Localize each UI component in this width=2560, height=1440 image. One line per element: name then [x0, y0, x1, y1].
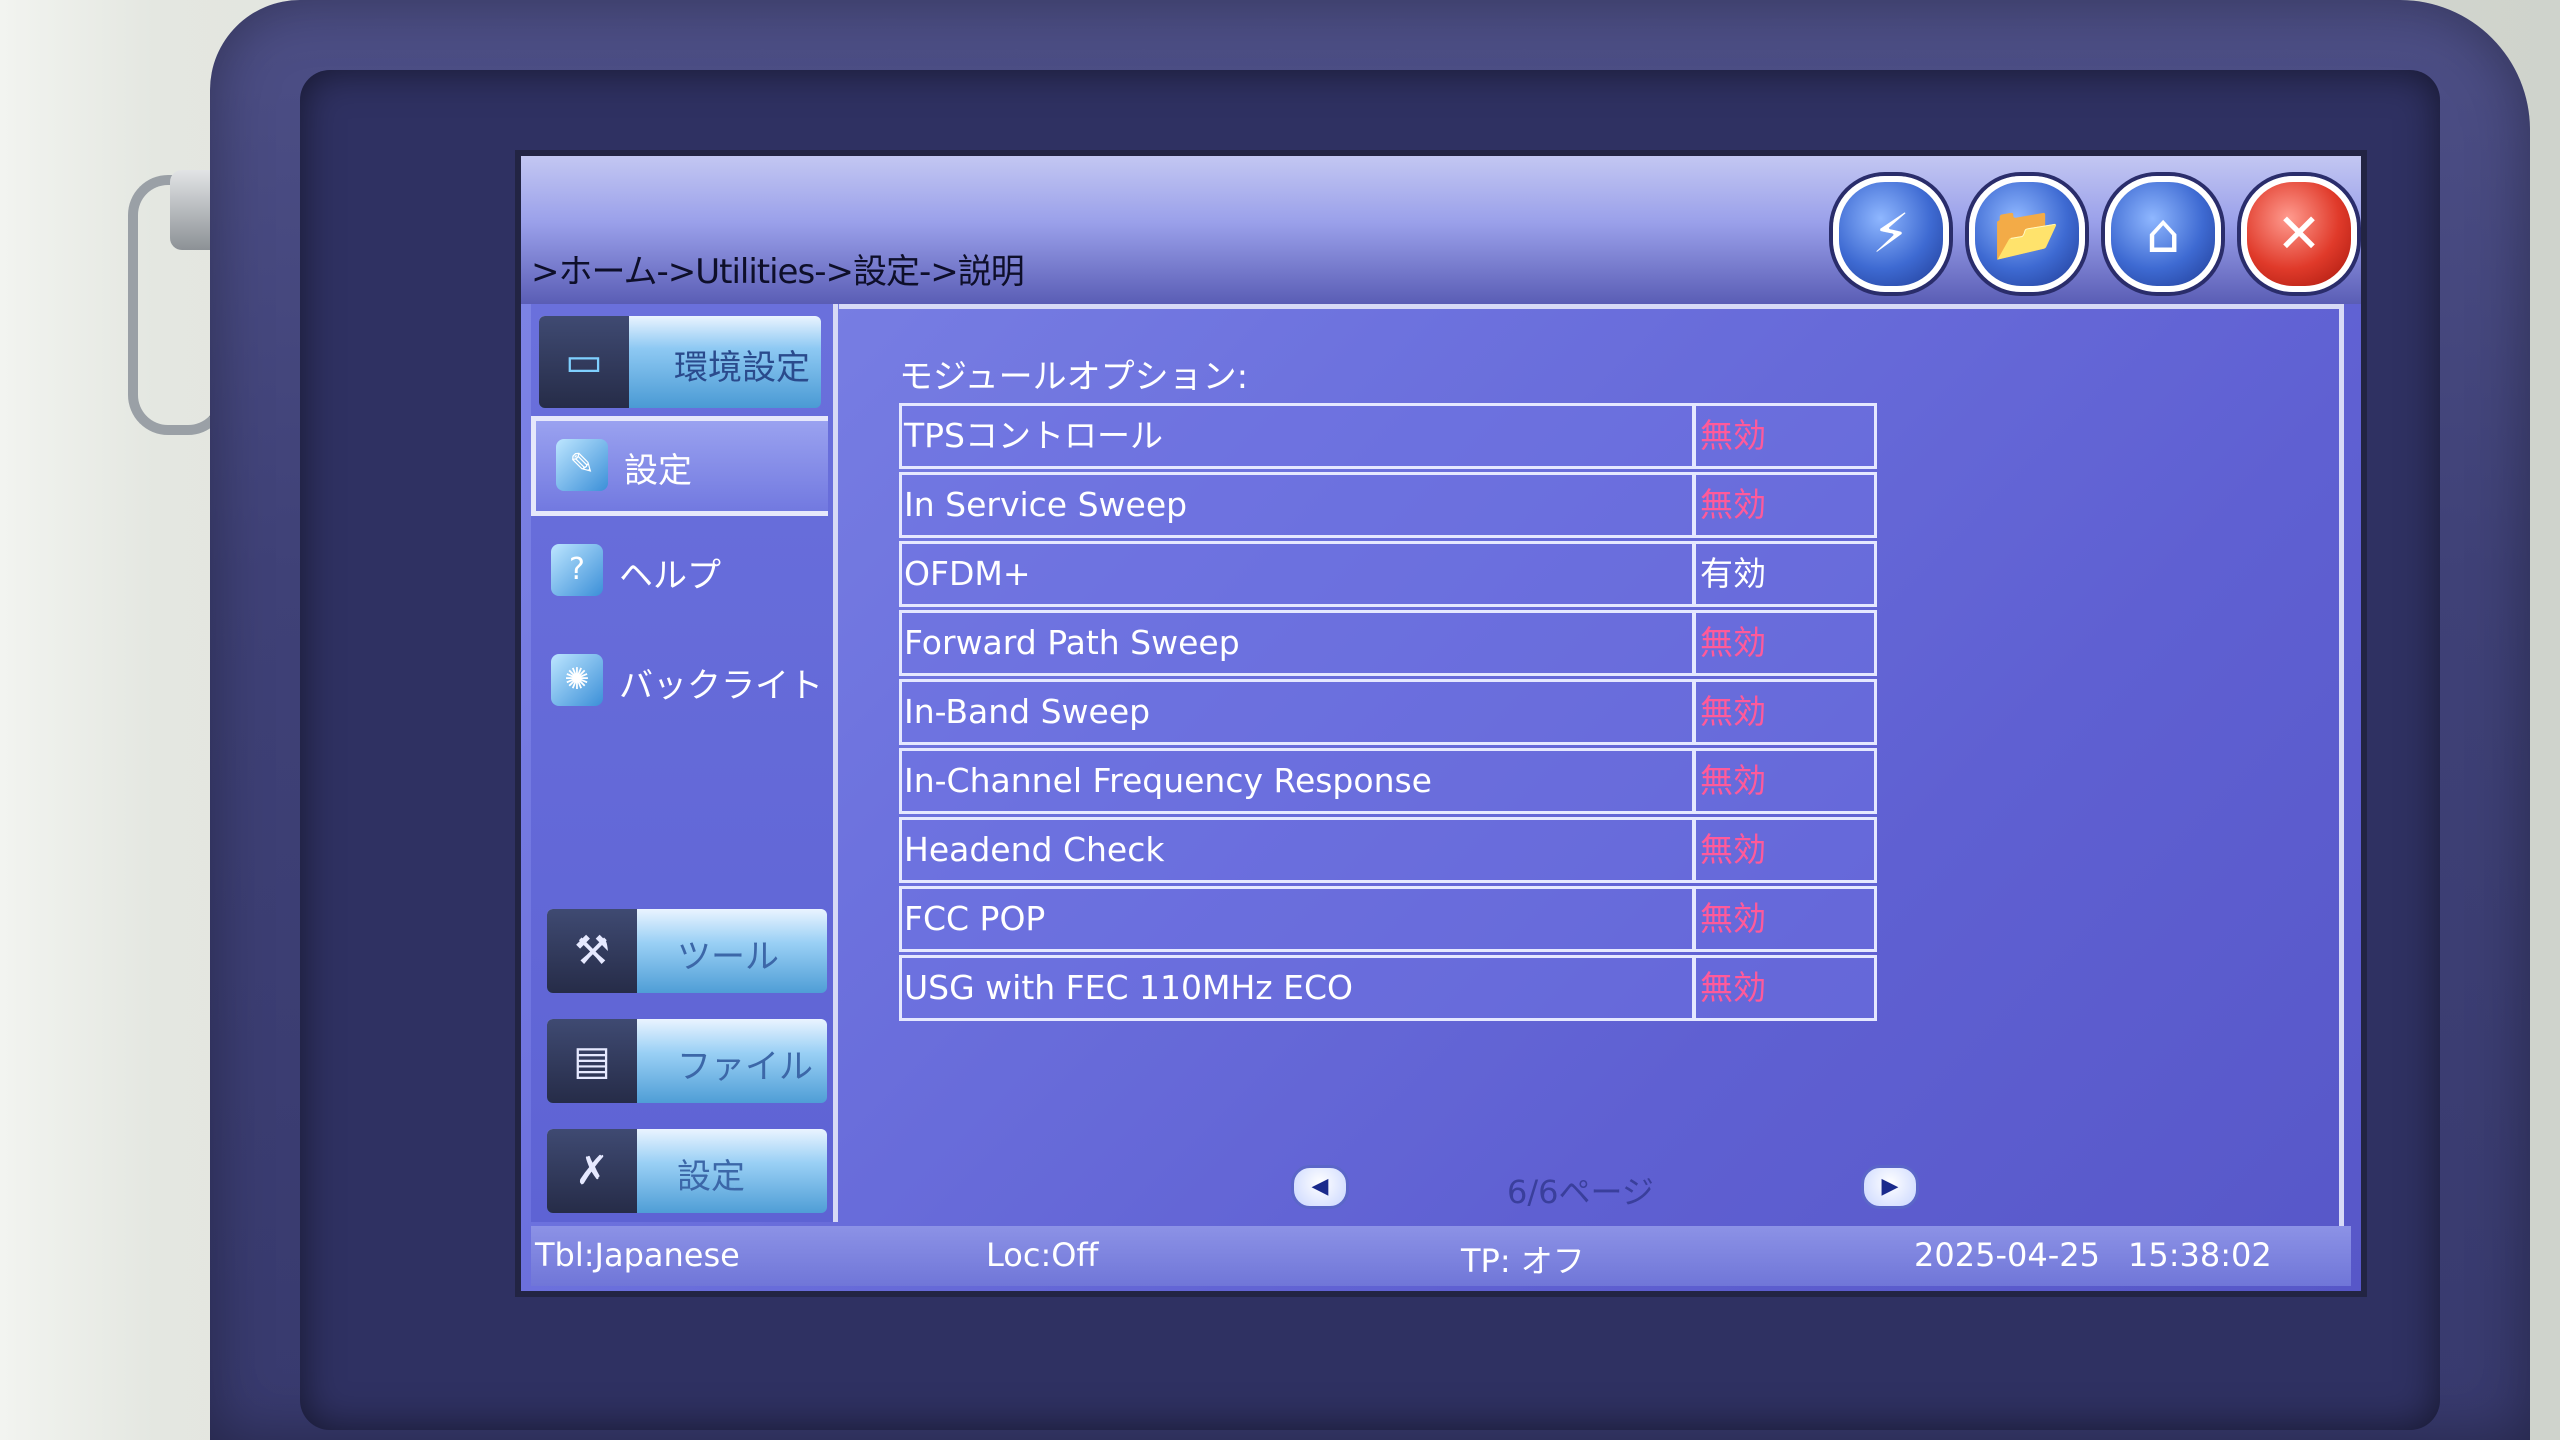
next-page-button[interactable]: ▶ [1861, 1165, 1919, 1209]
page-title: モジュールオプション: [899, 357, 1249, 397]
arrow-left-icon: ◀ [1311, 1174, 1329, 1199]
option-name-cell: TPSコントロール [899, 403, 1695, 469]
option-name-cell: Forward Path Sweep [899, 610, 1695, 676]
sidebar-item-label: ヘルプ [619, 556, 721, 596]
previous-page-button[interactable]: ◀ [1291, 1165, 1349, 1209]
date-display: 2025-04-25 [1914, 1236, 2100, 1274]
wrench-icon: ✎ [556, 439, 608, 491]
page-indicator: 6/6ページ [1507, 1173, 1654, 1211]
option-name-cell: In-Channel Frequency Response [899, 748, 1695, 814]
tp-status: TP: オフ [1461, 1242, 1585, 1280]
battery-icon: ▭ [539, 316, 629, 408]
table-row[interactable]: In Service Sweep 無効 [899, 472, 1877, 538]
top-bar: >ホーム->Utilities->設定->説明 ⚡ 📂 ⌂ ✕ [521, 156, 2361, 304]
folder-icon: 📂 [1993, 202, 2061, 265]
option-name-cell: USG with FEC 110MHz ECO [899, 955, 1695, 1021]
files-button[interactable]: ▤ ファイル [547, 1019, 827, 1103]
folder-button[interactable]: 📂 [1969, 176, 2085, 292]
sidebar-item-help[interactable]: ? ヘルプ [531, 526, 831, 616]
measure-icon: ⚡ [1872, 202, 1910, 265]
option-status-cell: 無効 [1693, 679, 1877, 745]
home-icon: ⌂ [2145, 202, 2181, 265]
table-row[interactable]: Forward Path Sweep 無効 [899, 610, 1877, 676]
environment-settings-label: 環境設定 [674, 348, 810, 388]
table-row[interactable]: FCC POP 無効 [899, 886, 1877, 952]
location-status: Loc:Off [986, 1236, 1099, 1274]
files-icon: ▤ [547, 1019, 637, 1103]
measure-button[interactable]: ⚡ [1833, 176, 1949, 292]
option-status-cell: 無効 [1693, 403, 1877, 469]
table-row[interactable]: TPSコントロール 無効 [899, 403, 1877, 469]
option-status-cell: 無効 [1693, 610, 1877, 676]
sidebar: ▭ 環境設定 ✎ 設定 ? ヘルプ ✺ バックライト ⚒ ツール ▤ ファイル … [531, 304, 838, 1222]
breadcrumb: >ホーム->Utilities->設定->説明 [531, 252, 1025, 292]
option-status-cell: 無効 [1693, 472, 1877, 538]
settings-label: 設定 [677, 1157, 745, 1197]
option-name-cell: In Service Sweep [899, 472, 1695, 538]
module-options-table: TPSコントロール 無効 In Service Sweep 無効 OFDM+ 有効 Forw… [899, 403, 1877, 1024]
pager: ◀ 6/6ページ ▶ [839, 1159, 2339, 1219]
option-status-cell: 無効 [1693, 955, 1877, 1021]
settings-button[interactable]: ✗ 設定 [547, 1129, 827, 1213]
environment-settings-button[interactable]: ▭ 環境設定 [539, 316, 821, 408]
tools-icon: ⚒ [547, 909, 637, 993]
tools-button[interactable]: ⚒ ツール [547, 909, 827, 993]
table-row[interactable]: In-Band Sweep 無効 [899, 679, 1877, 745]
sidebar-item-settings[interactable]: ✎ 設定 [531, 416, 828, 516]
close-icon: ✕ [2276, 202, 2322, 265]
files-label: ファイル [677, 1047, 813, 1087]
option-status-cell: 無効 [1693, 817, 1877, 883]
table-row[interactable]: USG with FEC 110MHz ECO 無効 [899, 955, 1877, 1021]
backlight-icon: ✺ [551, 654, 603, 706]
option-name-cell: Headend Check [899, 817, 1695, 883]
arrow-right-icon: ▶ [1881, 1174, 1899, 1199]
sidebar-item-backlight[interactable]: ✺ バックライト [531, 636, 831, 726]
sidebar-item-label: バックライト [619, 666, 823, 706]
tools-label: ツール [677, 937, 779, 977]
table-language-status: Tbl:Japanese [535, 1236, 740, 1274]
option-name-cell: In-Band Sweep [899, 679, 1695, 745]
table-row[interactable]: OFDM+ 有効 [899, 541, 1877, 607]
home-button[interactable]: ⌂ [2105, 176, 2221, 292]
main-content: モジュールオプション: TPSコントロール 無効 In Service Sweep 無… [839, 304, 2344, 1227]
option-name-cell: OFDM+ [899, 541, 1695, 607]
status-bar: Tbl:Japanese Loc:Off TP: オフ 2025-04-25 1… [531, 1226, 2351, 1286]
help-icon: ? [551, 544, 603, 596]
screen: >ホーム->Utilities->設定->説明 ⚡ 📂 ⌂ ✕ ▭ 環境設定 ✎… [515, 150, 2367, 1297]
table-row[interactable]: Headend Check 無効 [899, 817, 1877, 883]
table-row[interactable]: In-Channel Frequency Response 無効 [899, 748, 1877, 814]
option-status-cell: 無効 [1693, 886, 1877, 952]
settings-icon: ✗ [547, 1129, 637, 1213]
sidebar-item-label: 設定 [624, 451, 692, 491]
option-name-cell: FCC POP [899, 886, 1695, 952]
time-display: 15:38:02 [2128, 1236, 2272, 1274]
close-button[interactable]: ✕ [2241, 176, 2357, 292]
option-status-cell: 無効 [1693, 748, 1877, 814]
option-status-cell: 有効 [1693, 541, 1877, 607]
